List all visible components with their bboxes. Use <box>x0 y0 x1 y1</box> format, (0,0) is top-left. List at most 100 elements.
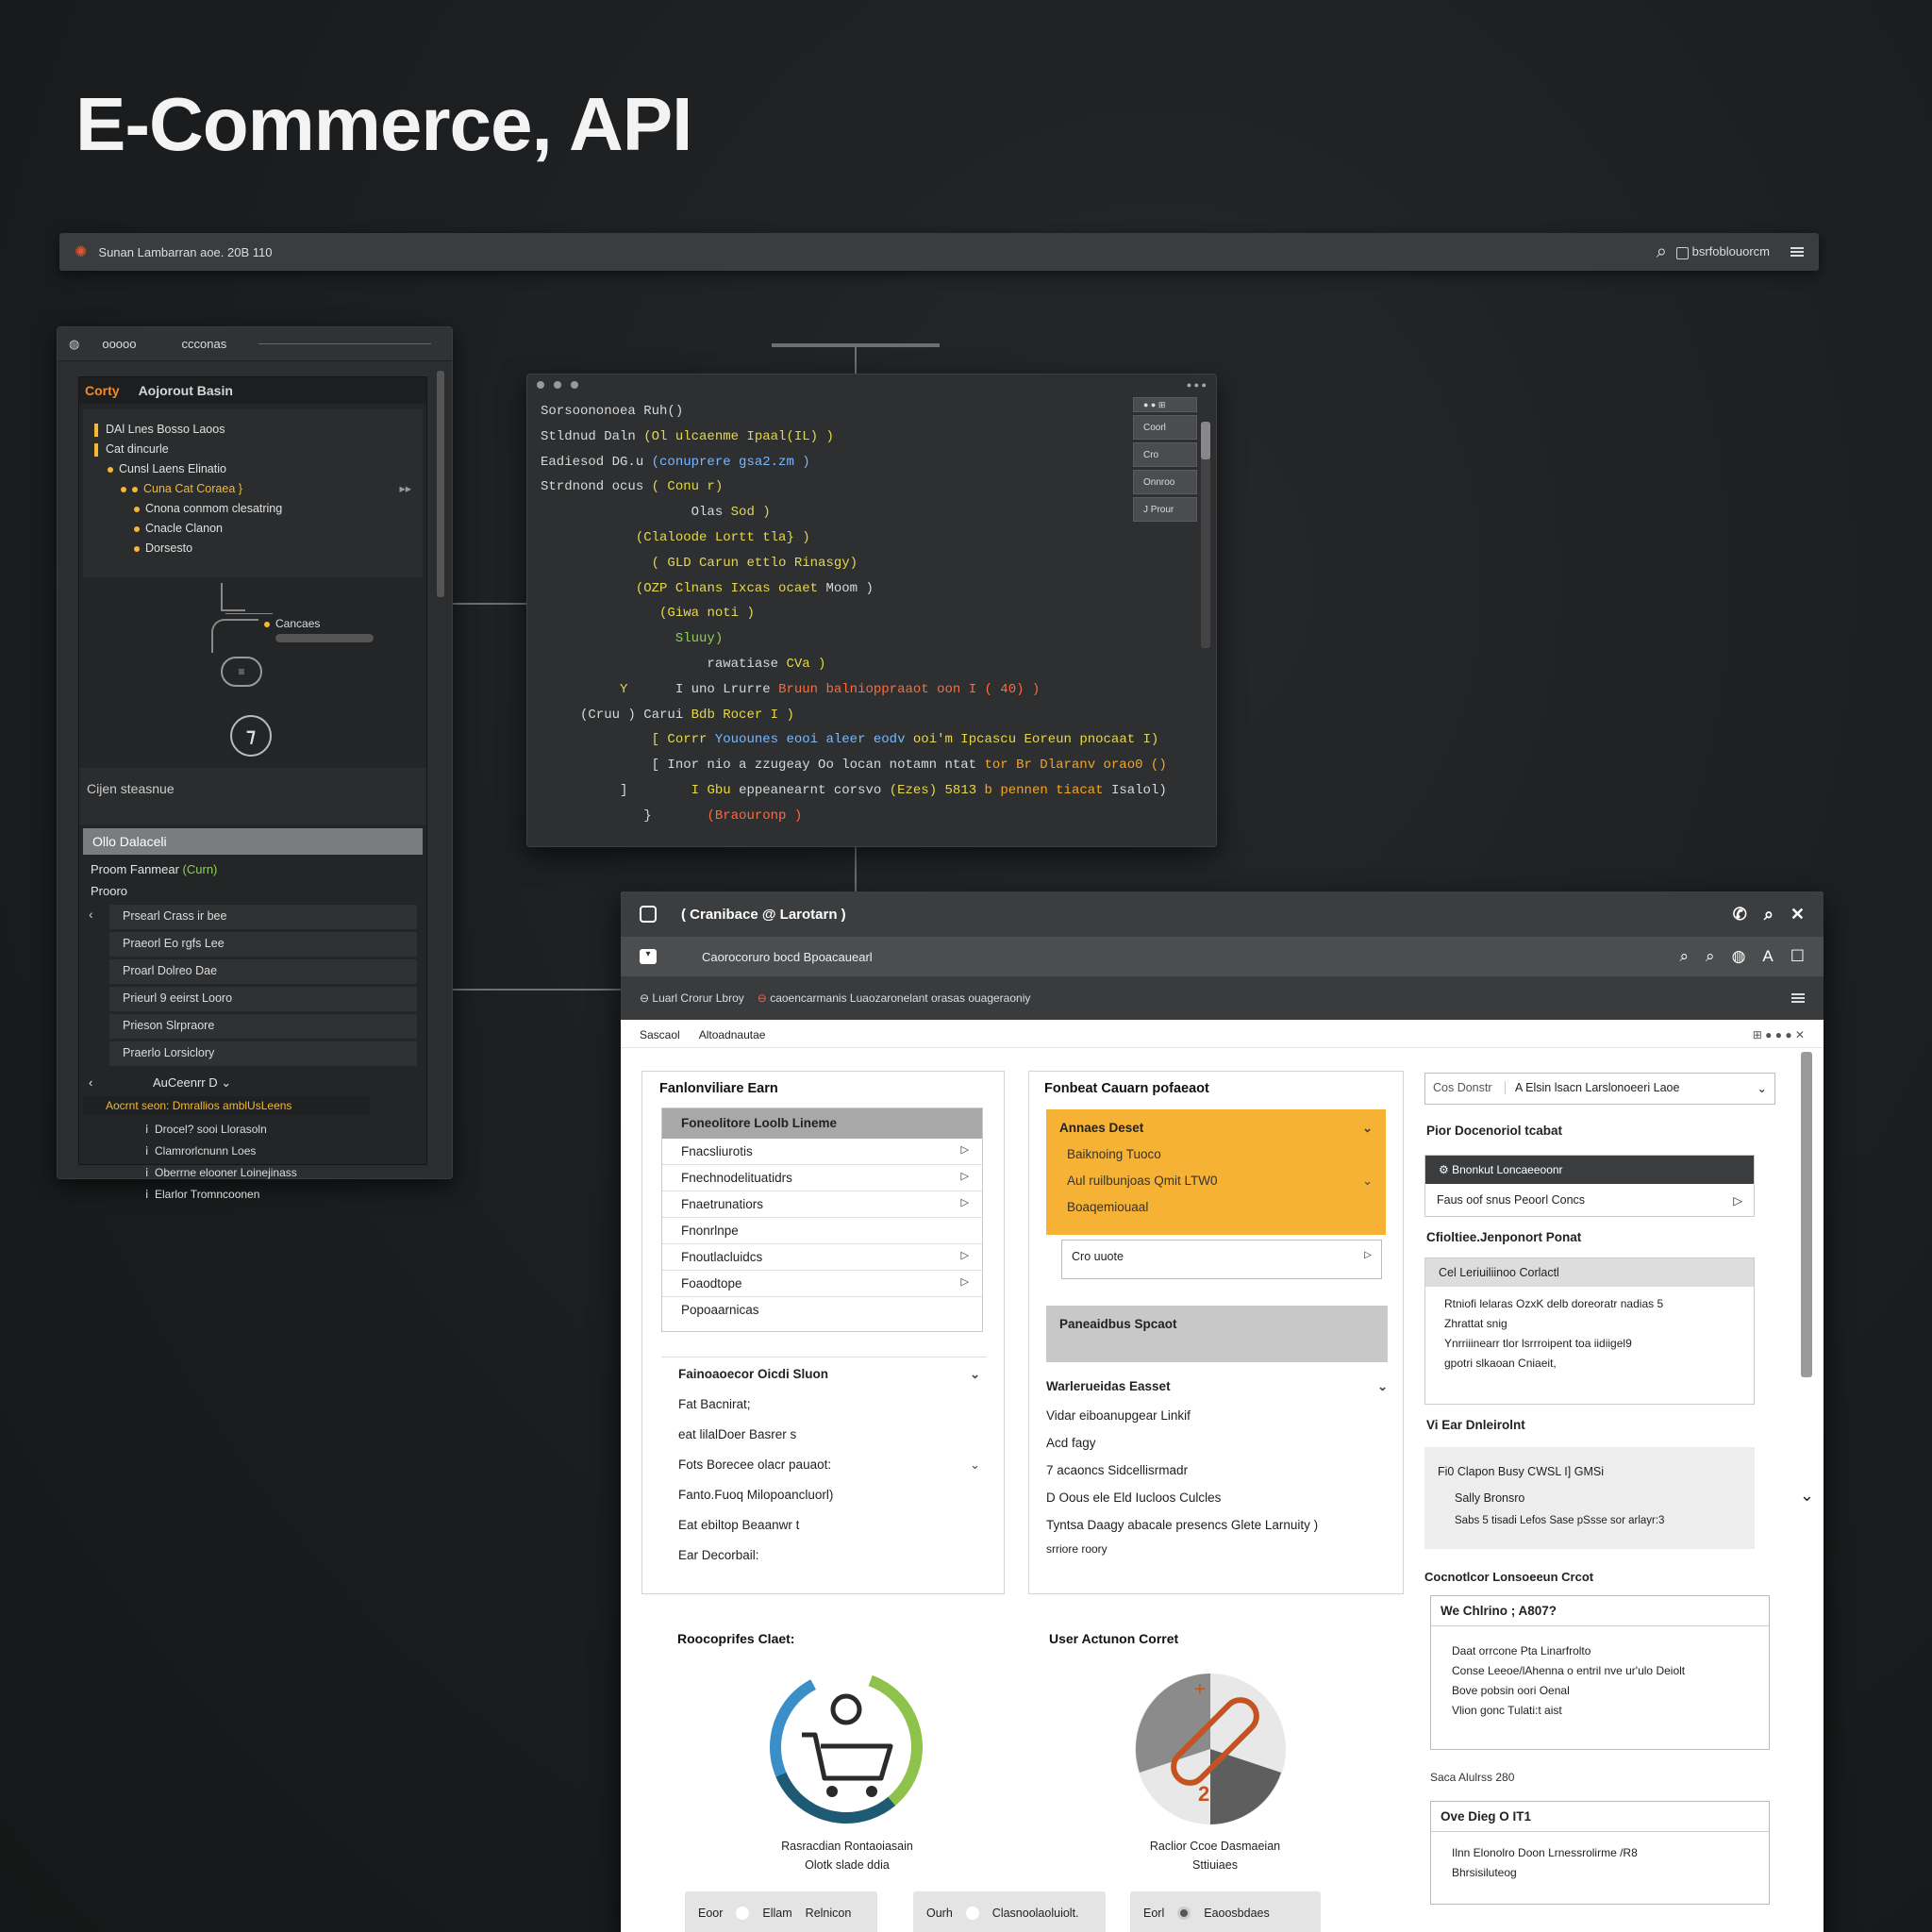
highlight-box[interactable]: Annaes Deset ⌄ Baiknoing Tuoco Aul ruilbu… <box>1046 1109 1386 1235</box>
filter-label[interactable]: Luarl Crorur Lbroy <box>652 991 743 1005</box>
detail-title[interactable]: Warlerueidas Easset ⌄ <box>1046 1372 1388 1402</box>
list-item[interactable]: Fnonrlnpe <box>662 1218 982 1244</box>
tree-item[interactable]: Dorsesto <box>94 538 411 559</box>
code-line: Olas Sod ) <box>541 505 771 521</box>
tree-item[interactable]: Cnacle Clanon <box>94 518 411 540</box>
group-highlight[interactable]: Aocrnt seon: Dmrallios amblUsLeens <box>83 1096 370 1115</box>
list-item[interactable]: ⅰ Oberrne elooner Loinejinass <box>145 1162 426 1184</box>
side-item[interactable]: J Prour <box>1133 497 1197 522</box>
tree-item[interactable]: Cuna Cat Coraea } ▸▸ <box>94 478 411 500</box>
chevron-down-icon: ⌄ <box>1362 1121 1373 1135</box>
zoom-icon[interactable]: ⌕ <box>1706 947 1715 966</box>
info-line: Sally Bronsro <box>1455 1491 1525 1505</box>
list-item[interactable]: Foaodtope ▷ <box>662 1271 982 1297</box>
list-item[interactable]: Praeorl Eo rgfs Lee <box>109 932 417 957</box>
list-item[interactable]: Prsearl Crass ir bee <box>109 905 417 929</box>
detail-line: 7 acaoncs Sidcellisrmadr <box>1046 1463 1189 1477</box>
section-title: Pior Docenoriol tcabat <box>1426 1124 1563 1138</box>
list-item[interactable]: Proarl Dolreo Dae <box>109 959 417 984</box>
list-item[interactable]: Eat ebiltop Beaanwr t <box>678 1510 980 1541</box>
panel-header: Corty Aojorout Basin <box>79 377 426 404</box>
tree-item[interactable]: DAl Lnes Bosso Laoos <box>94 419 411 441</box>
list-item[interactable]: Prieurl 9 eeirst Looro <box>109 987 417 1011</box>
chevron-left-icon[interactable]: ‹ <box>89 907 93 922</box>
order-title: We Chlrino ; A807? <box>1431 1596 1769 1626</box>
code-line: Sluuy) <box>675 631 724 647</box>
list-item[interactable]: Fots Borecee olacr pauaot: ⌄ <box>678 1450 980 1480</box>
menu-icon[interactable] <box>1790 245 1804 258</box>
tab-2[interactable]: ccconas <box>159 337 250 351</box>
action-pill[interactable]: Eorl Eaoosbdaes <box>1130 1891 1321 1932</box>
list-item[interactable]: Praerlo Lorsiclory <box>109 1041 417 1066</box>
globe-icon[interactable]: ◍ <box>1732 947 1746 966</box>
account-link[interactable]: bsrfoblouorcm <box>1676 244 1770 259</box>
breadcrumb-item[interactable]: Altoadnautae <box>699 1028 766 1041</box>
section-title: Cijen steasnue <box>87 781 175 796</box>
chevron-down-icon: ⌄ <box>970 1367 980 1381</box>
section-title: Paneaidbus Spcaot <box>1059 1317 1177 1331</box>
detail-line: srriore roory <box>1046 1542 1108 1556</box>
close-icon[interactable]: ✕ <box>1790 905 1805 924</box>
flash-icon[interactable]: ⁊ <box>230 715 272 757</box>
list-item[interactable]: Fnacsliurotis ▷ <box>662 1139 982 1165</box>
side-item[interactable]: Coorl <box>1133 415 1197 440</box>
list-item[interactable]: eat lilalDoer Basrer s <box>678 1420 980 1450</box>
navigator-content: Corty Aojorout Basin DAl Lnes Bosso Laoo… <box>78 376 427 1201</box>
action-pill[interactable]: Eoor Ellam Relnicon <box>685 1891 877 1932</box>
list-item[interactable]: Prieson Slrpraore <box>109 1014 417 1039</box>
top-bar: ✺ Sunan Lambarran aoe. 20B 110 ⌕ bsrfobl… <box>59 233 1819 271</box>
action-pill[interactable]: Ourh Clasnoolaoluiolt. <box>913 1891 1106 1932</box>
group-toggle[interactable]: ‹ AuCeenrr D ⌄ <box>79 1072 426 1094</box>
list-item[interactable]: ⅰ Clamrorlcnunn Loes <box>145 1141 426 1162</box>
side-item[interactable]: Cro <box>1133 442 1197 467</box>
tree-item[interactable]: Cunsl Laens Elinatio <box>94 458 411 480</box>
search-icon[interactable]: ⌕ <box>1657 242 1667 263</box>
window-dots[interactable]: ⊞ ● ● ● ✕ <box>1753 1028 1805 1041</box>
side-controls[interactable]: ● ● ⊞ <box>1133 397 1197 412</box>
list-item[interactable]: ⅰ Elarlor Tromncoonen <box>145 1184 426 1206</box>
phone-icon[interactable]: ✆ <box>1733 905 1747 924</box>
list-item[interactable]: Fnoutlacluidcs ▷ <box>662 1244 982 1271</box>
side-item[interactable]: Onnroo <box>1133 470 1197 494</box>
order-title: Ove Dieg O IT1 <box>1431 1802 1769 1832</box>
search-icon[interactable]: ⌕ <box>1764 905 1774 924</box>
list-item[interactable]: Faus oof snus Peoorl Concs ▷ <box>1425 1184 1754 1216</box>
group-title[interactable]: Fainoaoecor Oicdi Sluon ⌄ <box>678 1359 980 1390</box>
chevron-down-icon: ⌄ <box>221 1075 232 1090</box>
list-item[interactable]: Fnaetrunatiors ▷ <box>662 1191 982 1218</box>
list-item[interactable]: Ear Decorbail: <box>678 1541 980 1571</box>
tree-item[interactable]: Cat dincurle <box>94 439 411 460</box>
tree-item[interactable]: Cnona conmom clesatring <box>94 498 411 520</box>
menu-icon[interactable] <box>1791 991 1805 1005</box>
selected-item[interactable]: Ollo Dalaceli <box>83 828 423 855</box>
dropdown-icon[interactable]: ▾ <box>640 949 657 964</box>
node-icon[interactable]: ≡ <box>221 657 262 687</box>
scrollbar-thumb[interactable] <box>1201 422 1210 459</box>
expand-icon[interactable]: ▸▸ <box>399 478 411 500</box>
page-title: E-Commerce, API <box>75 82 692 166</box>
tab-1[interactable]: ooooo <box>79 337 158 351</box>
search-icon[interactable]: ⌕ <box>1680 947 1690 966</box>
chevron-down-icon: ⌄ <box>970 1457 980 1472</box>
detail-line: Ynrriiinearr tlor lsrrroipent toa iidiig… <box>1444 1337 1632 1350</box>
app-toolbar: ▾ Caorocoruro bocd Bpoacauearl ⌕ ⌕ ◍ A ☐ <box>621 937 1824 976</box>
chevron-down-icon[interactable]: ⌄ <box>1800 1486 1814 1506</box>
code-block[interactable]: Sorsoononoea Ruh() Stldnud Daln (Ol ulcae… <box>541 399 1484 829</box>
scrollbar[interactable] <box>1801 1052 1812 1377</box>
input-field[interactable]: Cro uuote ▷ <box>1061 1240 1382 1279</box>
node-graph: Cancaes ≡ ⁊ <box>79 583 426 757</box>
list-item[interactable]: Fnechnodelituatidrs ▷ <box>662 1165 982 1191</box>
list-item[interactable]: Fanto.Fuoq Milopoancluorl) <box>678 1480 980 1510</box>
list-item[interactable]: ⅰ Drocel? sooi Llorasoln <box>145 1119 426 1141</box>
code-line: (Cruu ) Carui Bdb Rocer I ) <box>541 707 794 723</box>
square-icon[interactable]: ☐ <box>1790 947 1805 966</box>
window-controls[interactable]: ● ● ● <box>1187 380 1207 390</box>
filter-select[interactable]: Cos Donstr A Elsin lsacn Larslonoeeri La… <box>1424 1073 1775 1105</box>
font-icon[interactable]: A <box>1762 947 1773 966</box>
scrollbar[interactable] <box>437 371 444 597</box>
list-item[interactable]: Popoaarnicas <box>662 1297 982 1324</box>
list-item[interactable]: Fat Bacnirat; <box>678 1390 980 1420</box>
dark-item[interactable]: ⚙ Bnonkut Loncaeeoonr <box>1425 1156 1754 1184</box>
breadcrumb-item[interactable]: Sascaol <box>640 1028 680 1041</box>
filter-text[interactable]: caoencarmanis Luaozaronelant orasas ouag… <box>770 991 1030 1005</box>
